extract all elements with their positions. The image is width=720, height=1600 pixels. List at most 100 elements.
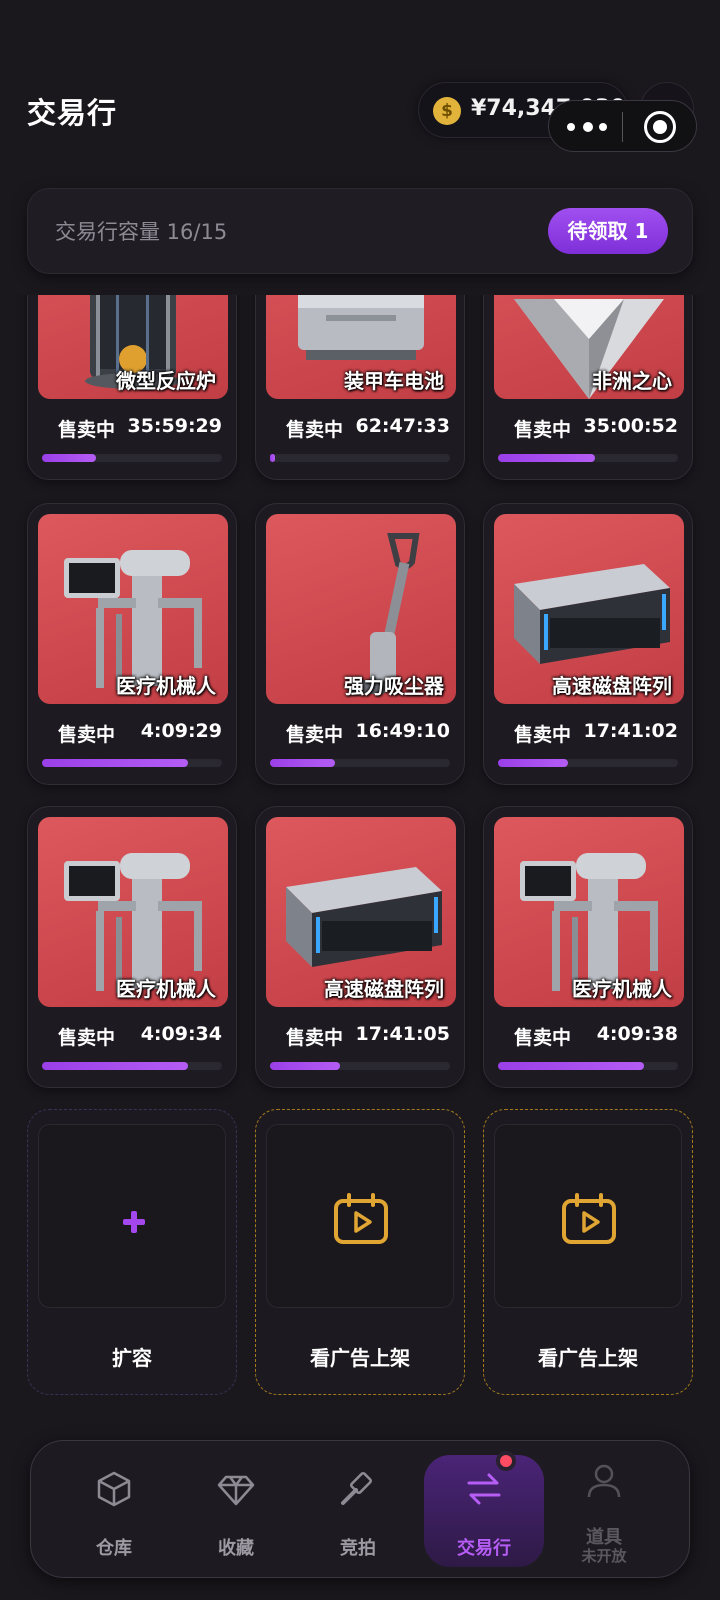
listing-card[interactable]: 医疗机械人 售卖中 4:09:29 (27, 503, 237, 785)
expand-label: 扩容 (112, 1346, 152, 1370)
progress-bar (42, 759, 222, 767)
progress-fill (42, 759, 188, 767)
progress-bar (498, 759, 678, 767)
progress-bar (498, 454, 678, 462)
item-image: 高速磁盘阵列 (266, 817, 456, 1007)
listing-card[interactable]: 医疗机械人 售卖中 4:09:34 (27, 806, 237, 1088)
listing-timer: 35:59:29 (127, 415, 222, 437)
listing-status: 售卖中 (514, 1027, 572, 1049)
progress-bar (42, 1062, 222, 1070)
swap-arrows-icon (467, 1473, 501, 1505)
item-name: 强力吸尘器 (344, 674, 444, 698)
item-name: 装甲车电池 (344, 369, 444, 393)
nav-warehouse[interactable]: 仓库 (54, 1441, 174, 1577)
item-name: 医疗机械人 (572, 977, 672, 1001)
listing-timer: 35:00:52 (583, 415, 678, 437)
watch-ad-label: 看广告上架 (538, 1346, 638, 1370)
nav-items: 道具 未开放 (544, 1441, 664, 1577)
listing-timer: 17:41:02 (583, 720, 678, 742)
header: 交易行 $ ¥74,347,030 + (0, 70, 720, 152)
listing-status: 售卖中 (58, 724, 116, 746)
expand-slot[interactable]: 扩容 (27, 1109, 237, 1395)
listing-timer: 62:47:33 (355, 415, 450, 437)
listing-status: 售卖中 (514, 724, 572, 746)
progress-bar (42, 454, 222, 462)
item-name: 高速磁盘阵列 (324, 977, 444, 1001)
coin-icon: $ (433, 97, 461, 125)
notification-dot (496, 1451, 516, 1471)
nav-sublabel: 未开放 (581, 1547, 627, 1565)
listing-status: 售卖中 (286, 419, 344, 441)
progress-fill (498, 759, 569, 767)
nav-label: 仓库 (96, 1538, 132, 1559)
item-name: 医疗机械人 (116, 674, 216, 698)
diamond-icon (217, 1475, 255, 1506)
item-name: 医疗机械人 (116, 977, 216, 1001)
progress-bar (270, 454, 450, 462)
listing-status: 售卖中 (286, 1027, 344, 1049)
progress-fill (270, 454, 276, 462)
listing-card[interactable]: 高速磁盘阵列 售卖中 17:41:05 (255, 806, 465, 1088)
listing-timer: 17:41:05 (355, 1023, 450, 1045)
item-image: 医疗机械人 (38, 514, 228, 704)
video-ad-icon (562, 1193, 616, 1244)
listing-card[interactable]: 微型反应炉 售卖中 35:59:29 (27, 295, 237, 480)
listing-timer: 4:09:29 (140, 720, 222, 742)
item-image: 强力吸尘器 (266, 514, 456, 704)
progress-fill (42, 454, 96, 462)
listing-timer: 16:49:10 (355, 720, 450, 742)
item-image: 医疗机械人 (494, 817, 684, 1007)
box-icon (97, 1471, 131, 1507)
nav-label: 收藏 (218, 1538, 254, 1559)
watch-ad-slot[interactable]: 看广告上架 (255, 1109, 465, 1395)
nav-label: 竞拍 (340, 1538, 376, 1559)
nav-collection[interactable]: 收藏 (176, 1441, 296, 1577)
claim-button[interactable]: 待领取 1 (548, 208, 668, 254)
listing-timer: 4:09:38 (596, 1023, 678, 1045)
progress-fill (270, 1062, 341, 1070)
gavel-icon (341, 1471, 373, 1505)
capacity-label: 交易行容量 16/15 (55, 220, 228, 244)
progress-fill (498, 1062, 644, 1070)
nav-trading[interactable]: 交易行 (424, 1451, 544, 1567)
listing-card[interactable]: 医疗机械人 售卖中 4:09:38 (483, 806, 693, 1088)
slot-placeholder (494, 1124, 682, 1308)
progress-bar (498, 1062, 678, 1070)
listing-grid: 微型反应炉 售卖中 35:59:29 装甲车电池 售卖中 62:47:33 非洲… (0, 295, 720, 1405)
progress-fill (498, 454, 596, 462)
bottom-nav: 仓库 收藏 竞拍 交易行 道具 未开放 (30, 1440, 690, 1578)
capsule-divider (622, 112, 623, 142)
listing-timer: 4:09:34 (140, 1023, 222, 1045)
slot-placeholder (266, 1124, 454, 1308)
progress-bar (270, 1062, 450, 1070)
listing-status: 售卖中 (514, 419, 572, 441)
item-image: 高速磁盘阵列 (494, 514, 684, 704)
page-title: 交易行 (27, 96, 118, 130)
listing-card[interactable]: 高速磁盘阵列 售卖中 17:41:02 (483, 503, 693, 785)
progress-bar (270, 759, 450, 767)
capacity-bar: 交易行容量 16/15 待领取 1 (27, 188, 693, 274)
listing-status: 售卖中 (58, 1027, 116, 1049)
item-image: 装甲车电池 (266, 295, 456, 399)
user-icon (587, 1464, 621, 1498)
watch-ad-label: 看广告上架 (310, 1346, 410, 1370)
listing-card[interactable]: 强力吸尘器 售卖中 16:49:10 (255, 503, 465, 785)
item-name: 非洲之心 (592, 369, 672, 393)
item-image: 非洲之心 (494, 295, 684, 399)
progress-fill (42, 1062, 188, 1070)
video-ad-icon (334, 1193, 388, 1244)
item-image: 医疗机械人 (38, 817, 228, 1007)
mini-program-capsule (548, 100, 697, 152)
item-name: 微型反应炉 (116, 369, 216, 393)
more-menu-icon[interactable] (567, 119, 615, 135)
close-target-icon[interactable] (644, 111, 676, 143)
nav-auction[interactable]: 竞拍 (298, 1441, 418, 1577)
item-image: 微型反应炉 (38, 295, 228, 399)
plus-icon (123, 1211, 145, 1233)
item-name: 高速磁盘阵列 (552, 674, 672, 698)
listing-card[interactable]: 非洲之心 售卖中 35:00:52 (483, 295, 693, 480)
watch-ad-slot[interactable]: 看广告上架 (483, 1109, 693, 1395)
progress-fill (270, 759, 335, 767)
listing-card[interactable]: 装甲车电池 售卖中 62:47:33 (255, 295, 465, 480)
listing-status: 售卖中 (58, 419, 116, 441)
